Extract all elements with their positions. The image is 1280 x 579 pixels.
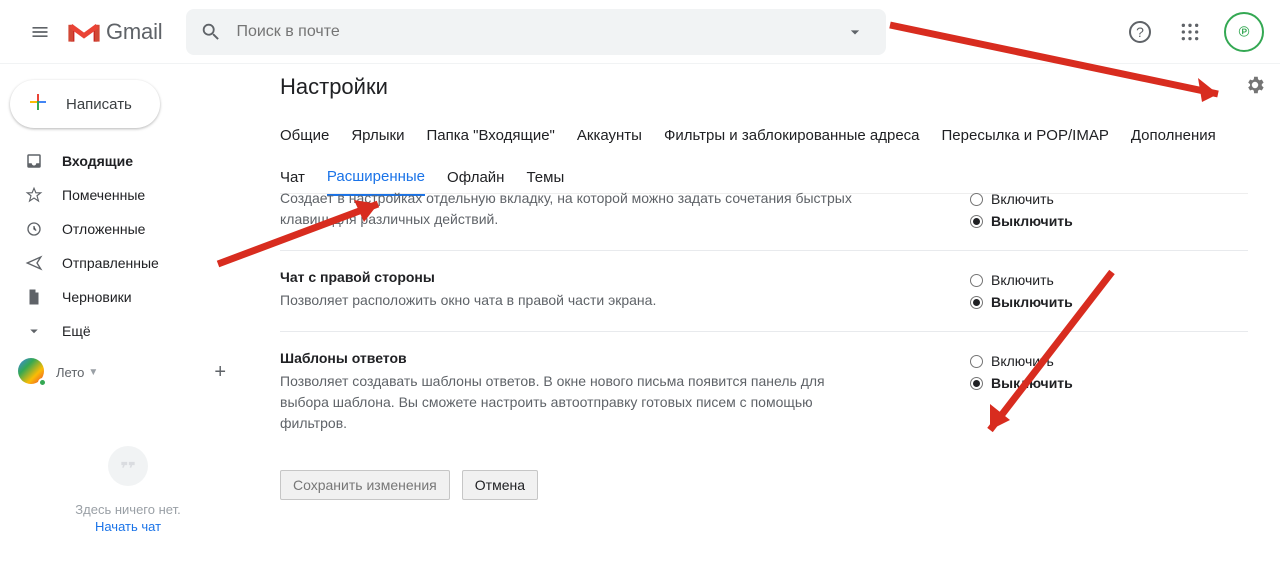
apps-grid-icon (1180, 22, 1200, 42)
help-button[interactable]: ? (1120, 12, 1160, 52)
setting-row-canned-responses: Шаблоны ответов Позволяет создавать шабл… (280, 332, 1248, 452)
sidebar-item-drafts[interactable]: Черновики (0, 280, 256, 314)
sidebar-item-label: Черновики (62, 289, 132, 305)
folder-nav: Входящие Помеченные Отложенные Отправлен… (0, 144, 256, 348)
setting-body: Позволяет создавать шаблоны ответов. В о… (280, 371, 860, 434)
option-enable-label: Включить (991, 191, 1054, 207)
app-header: Gmail ? ℗ (0, 0, 1280, 64)
hangouts-avatar (18, 358, 46, 386)
start-chat-link[interactable]: Начать чат (0, 519, 256, 534)
hangouts-username: Лето (56, 365, 84, 380)
radio-icon (970, 377, 983, 390)
sidebar-item-starred[interactable]: Помеченные (0, 178, 256, 212)
option-disable-label: Выключить (991, 294, 1073, 310)
tab-accounts[interactable]: Аккаунты (577, 116, 642, 154)
settings-gear-button[interactable] (1244, 74, 1266, 99)
option-enable[interactable]: Включить (970, 350, 1073, 372)
option-enable-label: Включить (991, 272, 1054, 288)
option-disable-label: Выключить (991, 375, 1073, 391)
file-icon (24, 288, 44, 306)
option-enable[interactable]: Включить (970, 269, 1073, 291)
option-disable[interactable]: Выключить (970, 372, 1073, 394)
page-title: Настройки (280, 74, 1248, 100)
option-disable[interactable]: Выключить (970, 291, 1073, 313)
presence-indicator-icon (38, 378, 47, 387)
tab-labels[interactable]: Ярлыки (351, 116, 404, 154)
plus-icon (26, 90, 50, 118)
option-disable-label: Выключить (991, 213, 1073, 229)
hangouts-empty-area: Здесь ничего нет. Начать чат (0, 446, 256, 534)
chevron-down-icon[interactable]: ▼ (88, 367, 98, 378)
sidebar-item-inbox[interactable]: Входящие (0, 144, 256, 178)
setting-title: Чат с правой стороны (280, 267, 860, 288)
sidebar-item-label: Ещё (62, 323, 91, 339)
gmail-logo[interactable]: Gmail (68, 19, 162, 45)
tab-filters[interactable]: Фильтры и заблокированные адреса (664, 116, 920, 154)
sidebar: Написать Входящие Помеченные Отложенные … (0, 64, 256, 579)
search-input[interactable] (236, 23, 832, 41)
option-disable[interactable]: Выключить (970, 210, 1073, 232)
sidebar-item-snoozed[interactable]: Отложенные (0, 212, 256, 246)
svg-text:?: ? (1136, 24, 1144, 40)
gear-icon (1244, 74, 1266, 96)
compose-label: Написать (66, 96, 132, 113)
clock-icon (24, 220, 44, 238)
sidebar-item-label: Входящие (62, 153, 133, 169)
radio-icon (970, 274, 983, 287)
setting-body: Создает в настройках отдельную вкладку, … (280, 188, 860, 230)
hamburger-icon (30, 22, 50, 42)
radio-icon (970, 355, 983, 368)
option-enable[interactable]: Включить (970, 188, 1073, 210)
help-icon: ? (1128, 20, 1152, 44)
compose-button[interactable]: Написать (10, 80, 160, 128)
sidebar-item-label: Отправленные (62, 255, 159, 271)
search-bar[interactable] (186, 9, 886, 55)
setting-row-right-chat: Чат с правой стороны Позволяет расположи… (280, 251, 1248, 332)
new-chat-button[interactable]: + (214, 361, 240, 384)
radio-icon (970, 296, 983, 309)
search-options-dropdown[interactable] (832, 9, 878, 55)
setting-title: Шаблоны ответов (280, 348, 860, 369)
tab-addons[interactable]: Дополнения (1131, 116, 1216, 154)
tab-inbox[interactable]: Папка "Входящие" (426, 116, 554, 154)
hangouts-empty-text: Здесь ничего нет. (0, 502, 256, 517)
save-cancel-bar: Сохранить изменения Отмена (280, 470, 1248, 500)
settings-list: Создает в настройках отдельную вкладку, … (280, 186, 1248, 500)
brand-text: Gmail (106, 19, 162, 45)
menu-button[interactable] (16, 8, 64, 56)
inbox-icon (24, 152, 44, 170)
quote-icon (108, 446, 148, 486)
save-button[interactable]: Сохранить изменения (280, 470, 450, 500)
option-enable-label: Включить (991, 353, 1054, 369)
search-icon (200, 21, 222, 43)
sidebar-item-more[interactable]: Ещё (0, 314, 256, 348)
setting-row-keyboard-shortcuts: Создает в настройках отдельную вкладку, … (280, 186, 1248, 251)
radio-icon (970, 215, 983, 228)
settings-tabs-row1: Общие Ярлыки Папка "Входящие" Аккаунты Ф… (280, 116, 1248, 154)
chevron-down-icon (24, 322, 44, 340)
settings-content: Настройки Общие Ярлыки Папка "Входящие" … (256, 64, 1280, 579)
sidebar-item-sent[interactable]: Отправленные (0, 246, 256, 280)
header-right-actions: ? ℗ (1120, 12, 1264, 52)
tab-general[interactable]: Общие (280, 116, 329, 154)
cancel-button[interactable]: Отмена (462, 470, 538, 500)
setting-body: Позволяет расположить окно чата в правой… (280, 290, 860, 311)
gmail-m-icon (68, 20, 100, 44)
sidebar-item-label: Отложенные (62, 221, 145, 237)
tab-forwarding[interactable]: Пересылка и POP/IMAP (942, 116, 1109, 154)
radio-icon (970, 193, 983, 206)
avatar-p-icon: ℗ (1233, 21, 1255, 43)
sidebar-item-label: Помеченные (62, 187, 145, 203)
hangouts-user-row[interactable]: Лето ▼ + (0, 348, 256, 386)
send-icon (24, 254, 44, 272)
account-avatar[interactable]: ℗ (1224, 12, 1264, 52)
google-apps-button[interactable] (1170, 12, 1210, 52)
star-icon (24, 186, 44, 204)
chevron-down-icon (845, 22, 865, 42)
svg-text:℗: ℗ (1239, 24, 1250, 40)
